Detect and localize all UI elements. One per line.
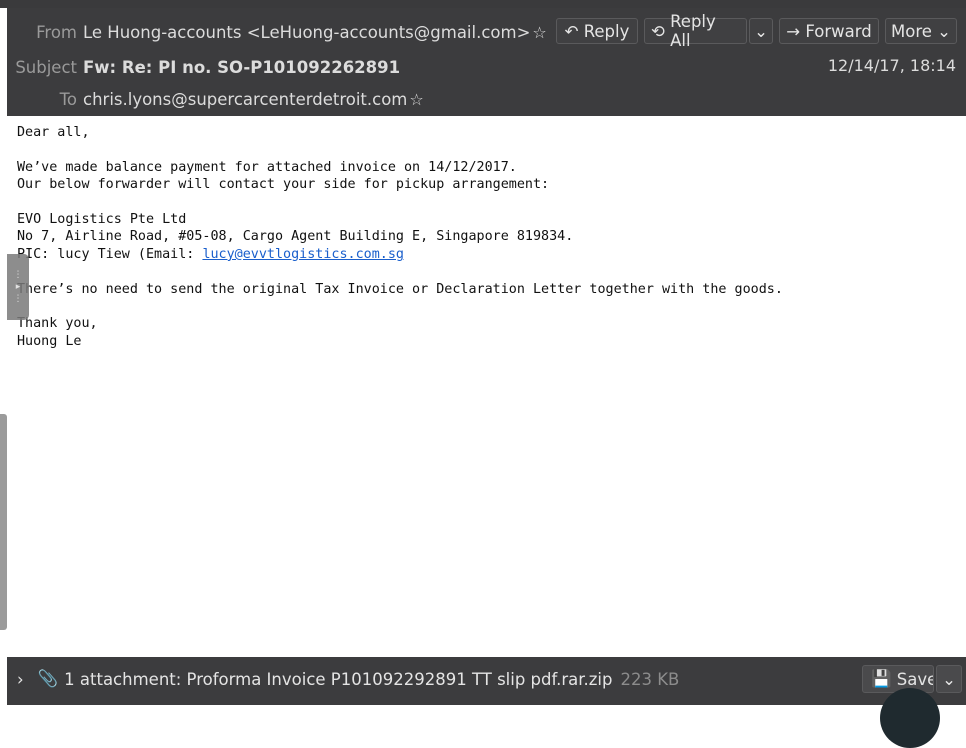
floating-action-button[interactable] [880,688,940,748]
chevron-down-icon: ⌄ [937,21,951,41]
company-address: No 7, Airline Road, #05-08, Cargo Agent … [17,229,574,245]
pic-email-link[interactable]: lucy@evvtlogistics.com.sg [202,247,404,262]
message-body: Dear all, We’ve made balance payment for… [17,124,783,350]
body-line-1: We’ve made balance payment for attached … [17,159,517,175]
play-arrow-icon: ▸ [15,282,21,292]
attachment-bar: › 📎 1 attachment: Proforma Invoice P1010… [7,657,966,705]
grip-dots-icon: ⋮ [13,294,23,304]
signature: Huong Le [17,333,82,349]
subject-label: Subject [15,57,77,77]
scrollbar[interactable] [0,414,7,630]
subject-row: Subject Fw: Re: PI no. SO-P101092262891 [7,51,400,83]
chevron-down-icon: ⌄ [754,21,768,41]
reply-icon: ↶ [564,21,579,41]
message-date: 12/14/17, 18:14 [827,56,956,75]
to-value[interactable]: chris.lyons@supercarcenterdetroit.com [83,90,407,109]
attachment-label: 1 attachment: Proforma Invoice P10109229… [64,669,613,689]
forward-button[interactable]: → Forward [779,18,879,44]
reply-all-button[interactable]: ⟲ Reply All [644,12,747,50]
star-icon[interactable]: ☆ [532,23,546,42]
star-icon[interactable]: ☆ [409,90,423,109]
from-row: From Le Huong-accounts <LeHuong-accounts… [7,16,547,48]
forward-icon: → [786,21,801,41]
from-value[interactable]: Le Huong-accounts <LeHuong-accounts@gmai… [83,23,530,42]
thanks-line: Thank you, [17,316,98,332]
save-disk-icon: 💾 [871,669,892,688]
attachment-size: 223 KB [620,669,680,689]
from-label: From [36,22,77,42]
chevron-down-icon: ⌄ [942,669,956,689]
to-label: To [59,89,77,109]
greeting: Dear all, [17,125,90,140]
message-header: From Le Huong-accounts <LeHuong-accounts… [7,8,966,116]
toolbar-strip [0,0,966,8]
paperclip-icon: 📎 [37,669,59,688]
pic-prefix: PIC: lucy Tiew (Email: [17,246,203,262]
reply-all-dropdown[interactable]: ⌄ [749,18,773,44]
sidebar-drag-handle[interactable]: ⋮ ▸ ⋮ [7,254,29,320]
reply-button[interactable]: ↶ Reply [556,18,638,44]
subject-value: Fw: Re: PI no. SO-P101092262891 [83,57,401,77]
body-line-2: Our below forwarder will contact your si… [17,177,550,193]
reply-all-icon: ⟲ [651,21,665,41]
grip-dots-icon: ⋮ [13,270,23,280]
to-row: To chris.lyons@supercarcenterdetroit.com… [7,83,424,115]
body-note: There’s no need to send the original Tax… [17,281,783,297]
save-button[interactable]: 💾 Save [862,665,934,693]
chevron-right-icon[interactable]: › [17,670,24,689]
company-name: EVO Logistics Pte Ltd [17,212,187,228]
save-dropdown[interactable]: ⌄ [936,665,962,693]
more-button[interactable]: More ⌄ [885,18,957,44]
attachment-summary[interactable]: › 📎 1 attachment: Proforma Invoice P1010… [17,669,679,689]
